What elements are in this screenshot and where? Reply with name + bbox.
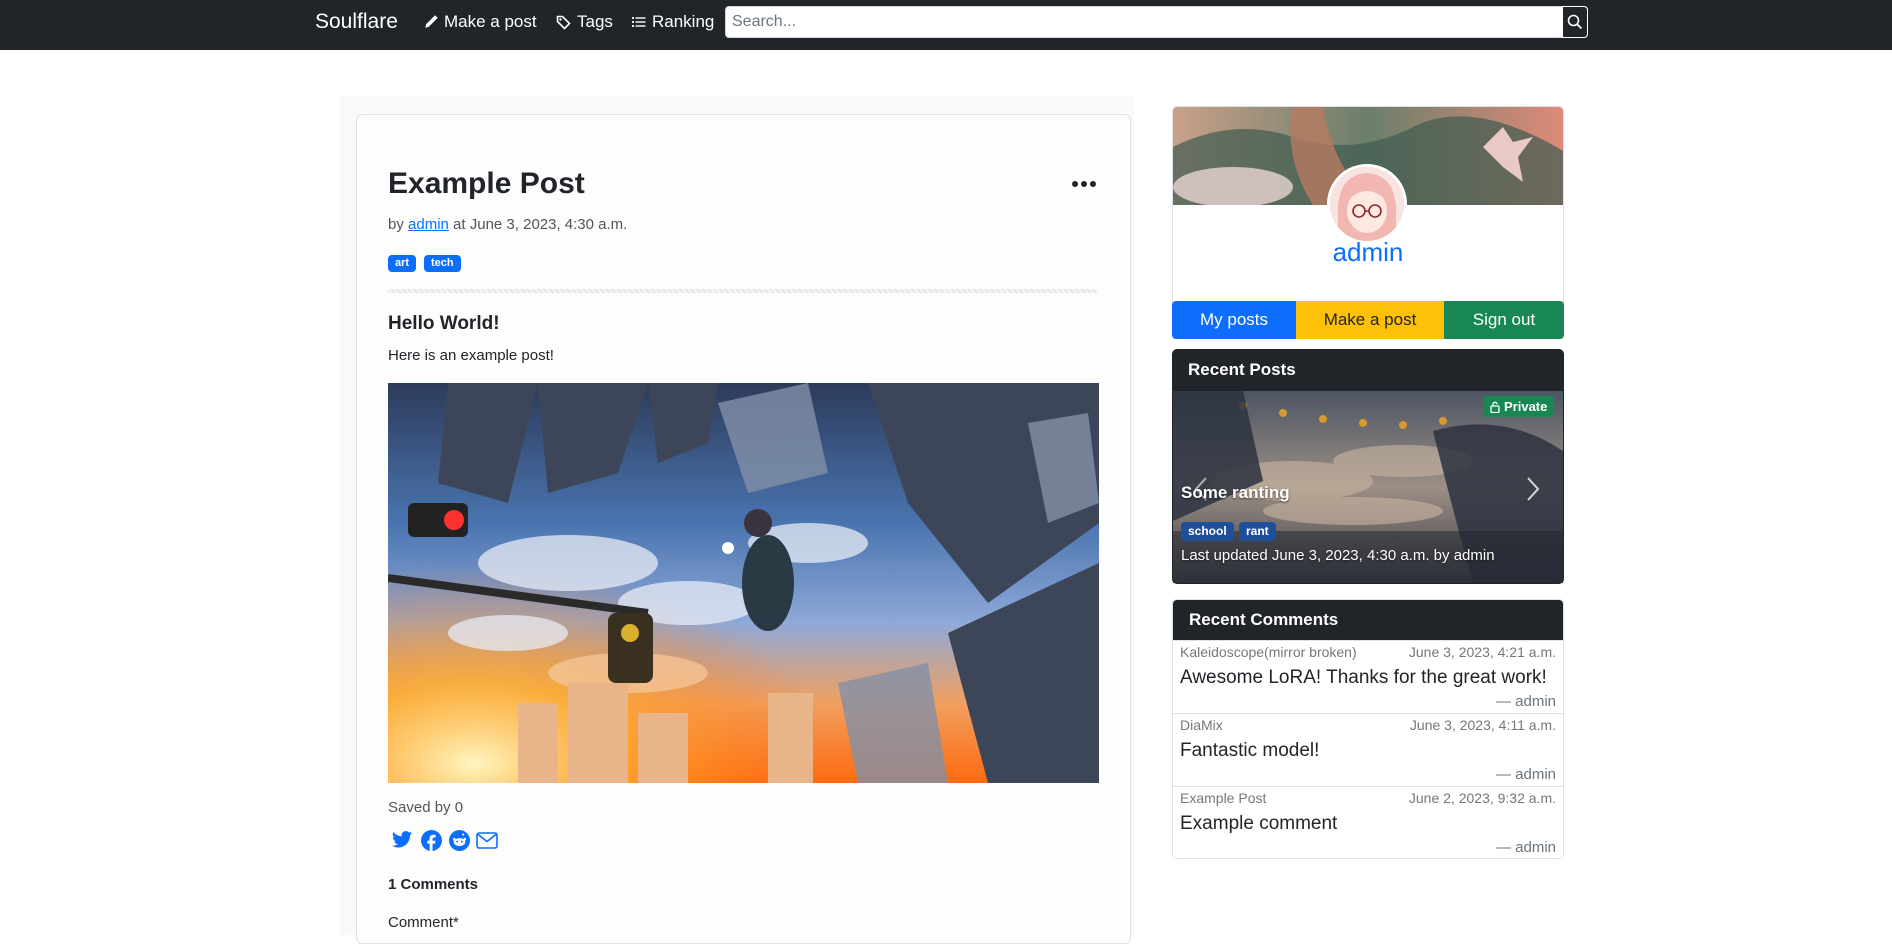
nav-ranking-label: Ranking [652,12,715,31]
share-twitter[interactable] [390,828,414,852]
chevron-right-icon [1527,477,1540,501]
post-byline: by admin at June 3, 2023, 4:30 a.m. [388,215,627,235]
nav-tags[interactable]: Tags [556,12,613,32]
comment-item[interactable]: DiaMix June 3, 2023, 4:11 a.m. Fantastic… [1172,713,1564,786]
more-icon [1072,181,1096,187]
comment-field-label: Comment* [388,914,459,931]
comment-source[interactable]: DiaMix [1180,716,1223,734]
recent-posts-heading: Recent Posts [1188,360,1296,379]
tags-icon [556,15,571,30]
content-paragraph: Here is an example post! [388,347,554,364]
comment-author: — admin [1495,839,1556,856]
nav-tags-label: Tags [577,12,613,31]
private-badge-label: Private [1504,399,1548,414]
nav-make-post[interactable]: Make a post [423,12,537,32]
search-input[interactable] [726,7,1562,37]
recent-post-meta: Last updated June 3, 2023, 4:30 a.m. by … [1181,547,1495,564]
tag-badge-art[interactable]: art [388,255,417,272]
byline-date: at June 3, 2023, 4:30 a.m. [453,216,628,233]
carousel-next-button[interactable] [1522,474,1544,504]
sign-out-button[interactable]: Sign out [1444,301,1564,339]
recent-post-tag-school[interactable]: school [1181,522,1234,541]
private-badge: Private [1483,396,1555,417]
comment-author: — admin [1495,693,1556,710]
comments-heading: 1 Comments [388,876,479,893]
post-divider [388,289,1097,293]
share-reddit[interactable] [447,828,471,852]
nav-make-post-label: Make a post [444,12,537,31]
share-facebook[interactable] [419,828,443,852]
top-navbar: Soulflare Make a post Tags Ranking [0,0,1892,50]
reddit-icon [448,829,470,851]
comment-item[interactable]: Kaleidoscope(mirror broken) June 3, 2023… [1172,640,1564,713]
content-heading: Hello World! [388,313,500,334]
comment-date: June 3, 2023, 4:21 a.m. [1408,644,1556,660]
pencil-icon [425,15,438,28]
profile-name[interactable]: admin [1172,236,1564,268]
twitter-icon [391,831,413,848]
share-email[interactable] [475,828,499,852]
brand-link[interactable]: Soulflare [315,10,398,34]
make-post-button[interactable]: Make a post [1296,301,1444,339]
comment-author: — admin [1495,766,1556,783]
email-icon [476,831,498,849]
comment-source[interactable]: Example Post [1180,789,1266,807]
recent-comments-heading: Recent Comments [1189,610,1339,629]
byline-by: by [388,216,404,233]
comment-date: June 3, 2023, 4:11 a.m. [1409,717,1556,733]
search-form [725,6,1588,38]
search-button[interactable] [1562,6,1588,38]
avatar[interactable] [1327,164,1407,244]
recent-post-tag-rant[interactable]: rant [1239,522,1276,541]
facebook-icon [420,829,442,851]
search-icon [1567,14,1583,30]
post-options-button[interactable] [1068,172,1100,196]
saved-count: Saved by 0 [388,799,464,816]
recent-post-title[interactable]: Some ranting [1181,482,1290,504]
post-image [388,383,1099,783]
comment-text: Awesome LoRA! Thanks for the great work! [1180,667,1547,688]
comment-item[interactable]: Example Post June 2, 2023, 9:32 a.m. Exa… [1172,786,1564,859]
list-icon [631,16,646,28]
author-link[interactable]: admin [408,216,449,233]
my-posts-button[interactable]: My posts [1172,301,1296,339]
comment-source[interactable]: Kaleidoscope(mirror broken) [1180,643,1357,661]
recent-comments-header: Recent Comments [1173,600,1563,641]
comment-text: Fantastic model! [1180,740,1320,761]
tag-badge-tech[interactable]: tech [424,255,461,272]
comment-text: Example comment [1180,813,1338,834]
lock-icon [1490,401,1500,413]
post-title: Example Post [388,167,585,200]
nav-ranking[interactable]: Ranking [631,12,714,32]
comment-date: June 2, 2023, 9:32 a.m. [1408,790,1556,806]
